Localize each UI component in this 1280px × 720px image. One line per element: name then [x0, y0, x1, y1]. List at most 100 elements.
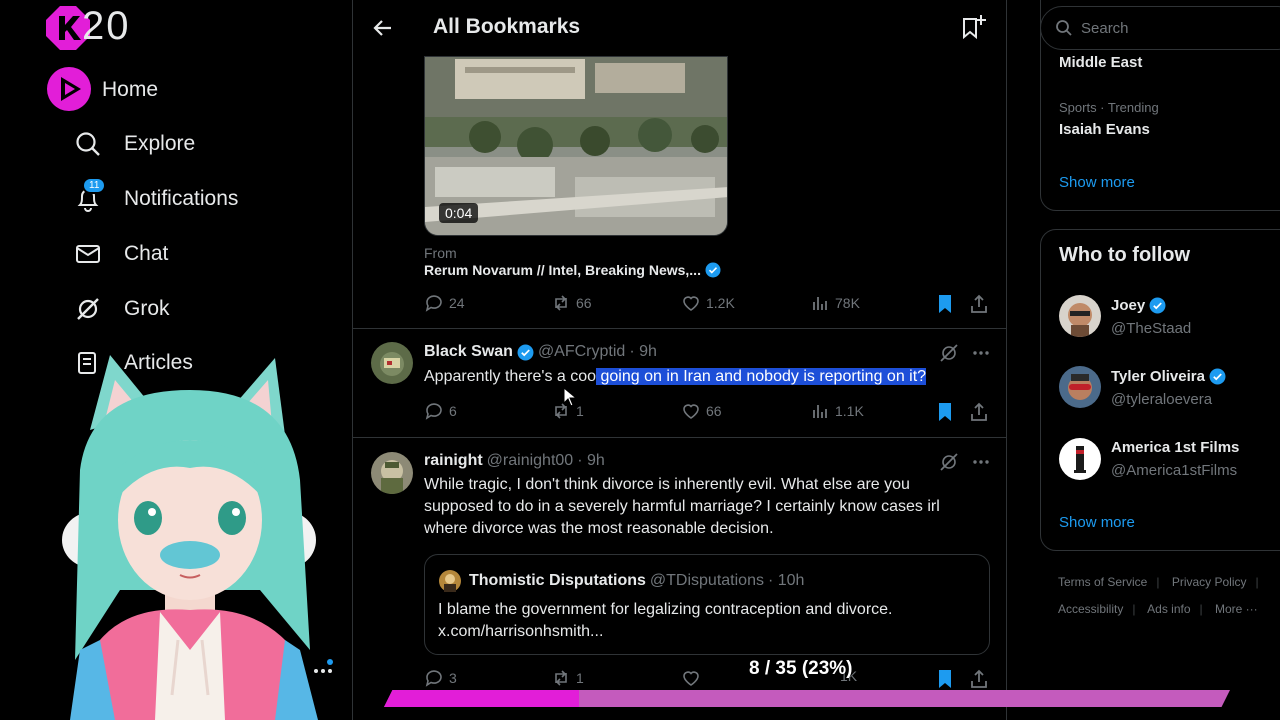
nav-grok-label: Grok — [124, 297, 170, 320]
quoted-tweet-time: · 10h — [767, 572, 805, 589]
avatar[interactable] — [371, 342, 413, 384]
tweet-time[interactable]: · 9h — [629, 343, 657, 361]
media-post-actions: 24 66 1.2K 78K — [424, 293, 994, 317]
quoted-tweet-header: Thomistic Disputations @TDisputations · … — [439, 570, 804, 592]
grok-icon — [74, 295, 102, 323]
views-icon — [813, 297, 827, 310]
repost-icon — [555, 670, 567, 686]
avatar[interactable] — [1059, 438, 1101, 480]
more-options-icon[interactable] — [971, 343, 991, 363]
video-thumbnail[interactable]: 0:04 — [424, 56, 728, 236]
who-to-follow-panel: Who to follow Joey @TheStaad Tyler Olive… — [1040, 229, 1280, 551]
media-source[interactable]: Rerum Novarum // Intel, Breaking News,..… — [424, 262, 721, 278]
quoted-author-name: Thomistic Disputations — [469, 572, 646, 589]
tweet-header: rainight @rainight00 · 9h — [424, 452, 605, 470]
tweet-time[interactable]: · 9h — [577, 452, 605, 470]
privacy-link[interactable]: Privacy Policy — [1172, 575, 1247, 589]
more-link[interactable]: More ··· — [1215, 602, 1258, 616]
reply-count: 24 — [449, 295, 465, 311]
terms-link[interactable]: Terms of Service — [1058, 575, 1147, 589]
quoted-line-1: I blame the government for legalizing co… — [438, 601, 893, 618]
repost-button[interactable]: 1 — [551, 668, 584, 688]
follow-handle[interactable]: @America1stFilms — [1111, 462, 1237, 479]
ads-info-link[interactable]: Ads info — [1147, 602, 1190, 616]
avatar[interactable] — [1059, 295, 1101, 337]
right-sidebar: Search Middle East Sports · Trending Isa… — [1040, 0, 1280, 720]
follow-name[interactable]: Joey — [1111, 297, 1166, 314]
tweet-text: While tragic, I don't think divorce is i… — [424, 476, 940, 537]
avatar[interactable] — [371, 452, 413, 494]
who-to-follow-title: Who to follow — [1059, 244, 1191, 266]
views-button[interactable]: 78K — [810, 293, 860, 313]
follow-name[interactable]: Tyler Oliveira — [1111, 368, 1226, 385]
repost-button[interactable]: 66 — [551, 293, 592, 313]
search-icon — [74, 130, 102, 158]
vtuber-avatar-overlay — [62, 355, 318, 720]
nav-notifications[interactable]: 11 Notifications — [74, 177, 239, 219]
more-options-icon[interactable] — [971, 452, 991, 472]
like-button[interactable]: 1.2K — [681, 293, 735, 313]
reply-button[interactable]: 3 — [424, 668, 457, 688]
follow-handle[interactable]: @TheStaad — [1111, 320, 1191, 337]
share-icon[interactable] — [969, 401, 989, 423]
quoted-tweet[interactable]: Thomistic Disputations @TDisputations · … — [424, 554, 990, 655]
author-handle[interactable]: @AFCryptid — [538, 343, 625, 361]
avatar[interactable] — [1059, 366, 1101, 408]
trend-title[interactable]: Middle East — [1059, 54, 1142, 71]
bookmarks-timeline: All Bookmarks 0:04 From Rerum Novarum //… — [352, 0, 1007, 720]
tweet-text-plain: Apparently there's a coo — [424, 368, 597, 385]
share-icon[interactable] — [969, 293, 989, 315]
repost-count: 1 — [576, 403, 584, 419]
reply-count: 6 — [449, 403, 457, 419]
author-name[interactable]: rainight — [424, 452, 483, 470]
reply-icon — [425, 403, 442, 420]
like-count: 1.2K — [706, 295, 735, 311]
back-arrow-icon[interactable] — [371, 16, 395, 40]
progress-bar-fill — [384, 690, 579, 707]
nav-home-label: Home — [102, 78, 159, 101]
notifications-badge: 11 — [82, 177, 107, 194]
tweet-actions: 6 1 66 1.1K — [424, 401, 994, 425]
quoted-link[interactable]: x.com/harrisonhsmith... — [438, 621, 892, 643]
accessibility-link[interactable]: Accessibility — [1058, 602, 1123, 616]
nav-home[interactable]: Home — [102, 70, 158, 110]
reply-count: 3 — [449, 670, 457, 686]
repost-button[interactable]: 1 — [551, 401, 584, 421]
bookmark-folder-add-icon[interactable] — [959, 13, 987, 41]
timeline-header: All Bookmarks — [353, 0, 1006, 55]
reply-icon — [425, 670, 442, 687]
author-name[interactable]: Black Swan — [424, 343, 513, 361]
nav-notifications-label: Notifications — [124, 187, 239, 210]
quoted-author-handle: @TDisputations — [649, 572, 764, 589]
bookmark-filled-icon[interactable] — [935, 668, 955, 690]
grok-icon[interactable] — [939, 343, 959, 363]
like-count: 66 — [706, 403, 722, 419]
follow-show-more-link[interactable]: Show more — [1059, 514, 1135, 531]
bookmark-filled-icon[interactable] — [935, 293, 955, 315]
like-button[interactable]: 66 — [681, 401, 722, 421]
nav-explore[interactable]: Explore — [74, 124, 195, 164]
reply-button[interactable]: 24 — [424, 293, 465, 313]
nav-explore-label: Explore — [124, 132, 196, 155]
author-handle[interactable]: @rainight00 — [487, 452, 574, 470]
grok-icon[interactable] — [939, 452, 959, 472]
trend-title[interactable]: Isaiah Evans — [1059, 121, 1150, 138]
follow-name-text: Joey — [1111, 297, 1146, 314]
trends-show-more-link[interactable]: Show more — [1059, 174, 1135, 191]
repost-icon — [555, 403, 567, 419]
follow-name[interactable]: America 1st Films — [1111, 439, 1239, 456]
trends-panel: Middle East Sports · Trending Isaiah Eva… — [1040, 0, 1280, 211]
views-button[interactable]: 1.1K — [810, 401, 864, 421]
like-button[interactable] — [681, 668, 706, 688]
nav-grok[interactable]: Grok — [74, 289, 170, 329]
share-icon[interactable] — [969, 668, 989, 690]
view-count: 78K — [835, 295, 860, 311]
follow-handle[interactable]: @tyleraloevera — [1111, 391, 1212, 408]
quoted-avatar — [439, 570, 461, 592]
repost-icon — [555, 295, 567, 311]
reply-button[interactable]: 6 — [424, 401, 457, 421]
nav-chat[interactable]: Chat — [74, 234, 168, 274]
heart-icon — [683, 404, 699, 419]
divider — [353, 437, 1006, 438]
bookmark-filled-icon[interactable] — [935, 401, 955, 423]
